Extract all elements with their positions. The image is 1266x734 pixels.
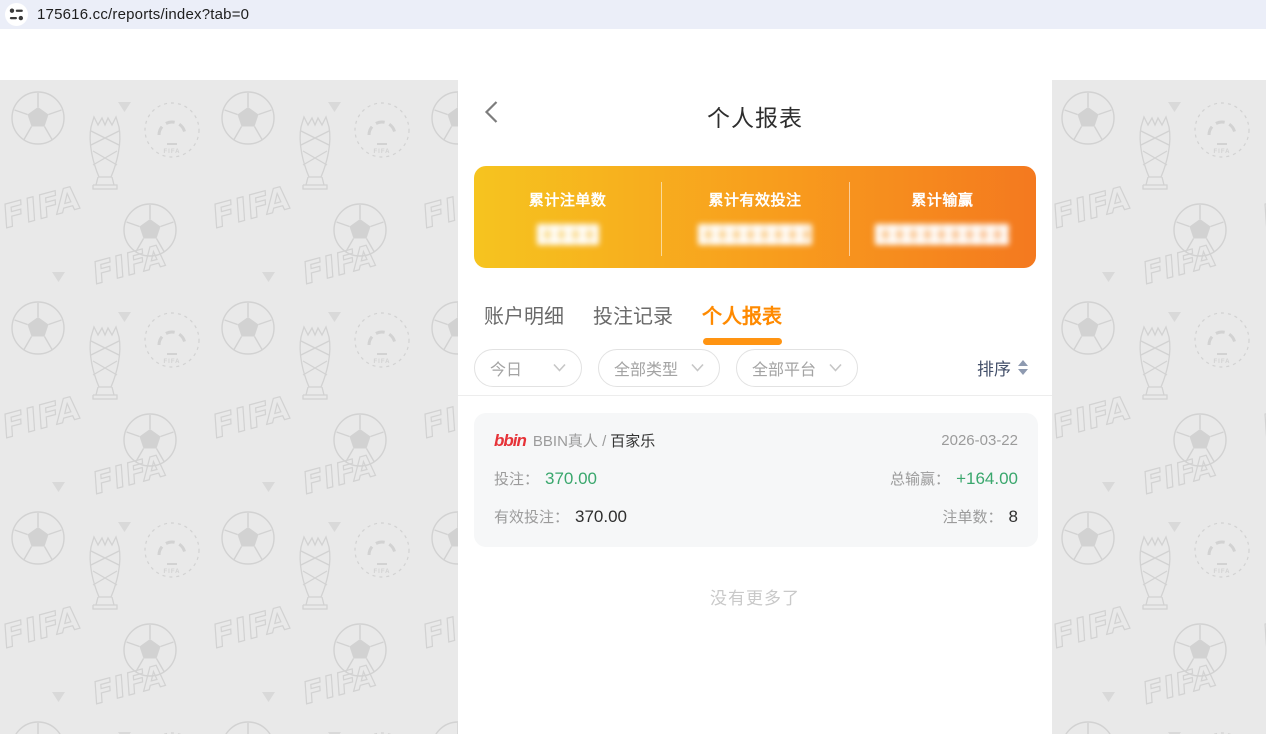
report-list-item[interactable]: bbin BBIN真人 / 百家乐 2026-03-22 投注： 370.00 … [474, 413, 1038, 547]
stat-label: 累计注单数 [529, 189, 607, 210]
masked-value [875, 224, 1009, 245]
date-filter-dropdown[interactable]: 今日 [474, 349, 582, 387]
stat-total-bets: 累计注单数 [474, 166, 661, 268]
app-content-column: 个人报表 累计注单数 累计有效投注 累计输赢 账户明细 投注记录 [458, 80, 1052, 734]
winloss-label: 总输赢： [890, 468, 950, 489]
chevron-down-icon [829, 363, 842, 372]
report-date: 2026-03-22 [941, 432, 1018, 449]
active-tab-underline [703, 338, 782, 345]
tab-label: 投注记录 [593, 300, 673, 329]
browser-address-bar: 175616.cc/reports/index?tab=0 [0, 0, 1266, 29]
platform-filter-value: 全部平台 [752, 356, 816, 380]
date-filter-value: 今日 [490, 356, 522, 380]
sort-button[interactable]: 排序 [977, 355, 1036, 380]
bbin-logo: bbin [494, 431, 526, 451]
stat-valid-bets: 累计有效投注 [661, 166, 848, 268]
page-top-whitespace [0, 29, 1266, 80]
winloss-value: +164.00 [956, 469, 1018, 489]
chevron-down-icon [553, 363, 566, 372]
platform-filter-dropdown[interactable]: 全部平台 [736, 349, 858, 387]
tabs-bar: 账户明细 投注记录 个人报表 [458, 268, 1052, 340]
stats-summary-card: 累计注单数 累计有效投注 累计输赢 [474, 166, 1036, 268]
type-filter-value: 全部类型 [614, 356, 678, 380]
valid-bet-value: 370.00 [575, 507, 627, 527]
masked-value [698, 224, 812, 245]
back-button[interactable] [484, 100, 502, 124]
filter-bar: 今日 全部类型 全部平台 排序 [458, 340, 1052, 396]
tab-label: 个人报表 [702, 300, 782, 329]
count-value: 8 [1009, 507, 1018, 527]
tab-bet-records[interactable]: 投注记录 [593, 300, 673, 329]
stat-winloss: 累计输赢 [849, 166, 1036, 268]
masked-value [537, 224, 599, 245]
bet-value: 370.00 [545, 469, 597, 489]
chevron-down-icon [691, 363, 704, 372]
stat-label: 累计输赢 [911, 189, 973, 210]
report-row-valid: 有效投注： 370.00 注单数： 8 [494, 506, 1018, 527]
tab-account-details[interactable]: 账户明细 [484, 300, 564, 329]
stat-label: 累计有效投注 [708, 189, 801, 210]
page-header: 个人报表 [458, 80, 1052, 142]
bet-label: 投注： [494, 468, 539, 489]
tab-personal-report[interactable]: 个人报表 [702, 300, 782, 345]
report-row-title: bbin BBIN真人 / 百家乐 2026-03-22 [494, 430, 1018, 451]
site-settings-icon [8, 6, 25, 23]
tab-label: 账户明细 [484, 300, 564, 329]
provider-name: BBIN真人 / [533, 430, 606, 451]
sort-arrows-icon [1018, 360, 1028, 375]
valid-bet-label: 有效投注： [494, 506, 569, 527]
report-row-bet: 投注： 370.00 总输赢： +164.00 [494, 468, 1018, 489]
type-filter-dropdown[interactable]: 全部类型 [598, 349, 720, 387]
site-settings-button[interactable] [5, 3, 28, 26]
game-name: 百家乐 [610, 430, 655, 451]
page-title: 个人报表 [458, 80, 1052, 133]
no-more-text: 没有更多了 [458, 584, 1052, 609]
app-zone: FIFA FIFA FIFA [0, 80, 1266, 734]
back-chevron-icon [484, 100, 499, 124]
count-label: 注单数： [943, 506, 1003, 527]
sort-label: 排序 [977, 355, 1011, 380]
url-text[interactable]: 175616.cc/reports/index?tab=0 [37, 6, 249, 23]
